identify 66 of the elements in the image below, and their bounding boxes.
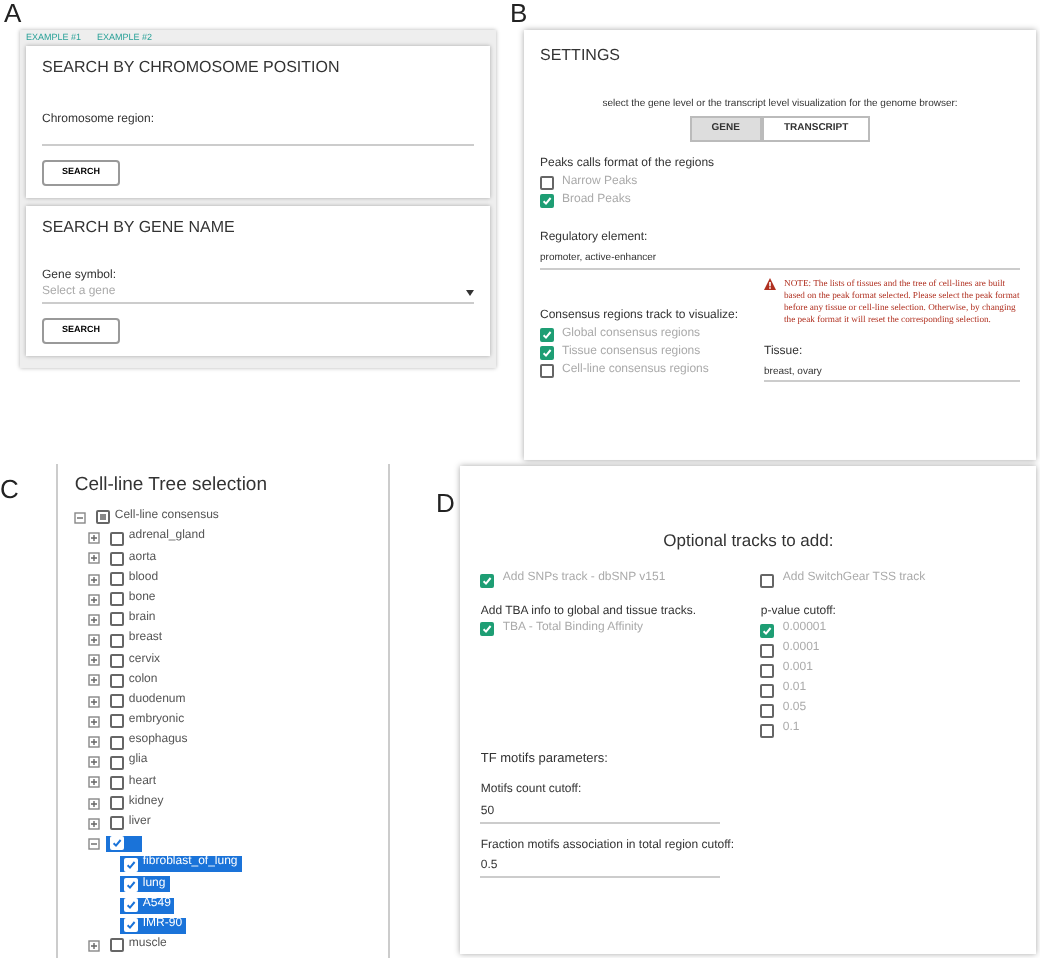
panel-label: B [510, 0, 530, 26]
checkbox[interactable] [110, 775, 125, 790]
checkbox[interactable] [760, 623, 775, 638]
tree-toggle-icon[interactable] [88, 797, 101, 810]
checkbox[interactable] [540, 175, 554, 190]
checkbox[interactable] [540, 345, 554, 360]
checkbox[interactable] [96, 510, 111, 525]
checkbox[interactable] [110, 836, 125, 851]
tree-toggle-icon[interactable] [88, 817, 101, 830]
checkbox[interactable] [760, 663, 775, 678]
card-title: SEARCH BY CHROMOSOME POSITION [42, 57, 342, 78]
checkbox[interactable] [110, 572, 125, 587]
checkbox[interactable] [110, 653, 125, 668]
checkbox[interactable] [110, 673, 125, 688]
tree-toggle-icon[interactable] [88, 654, 101, 667]
panel-label: C [0, 476, 19, 508]
checkbox[interactable] [124, 918, 139, 933]
checkbox[interactable] [760, 683, 775, 698]
checkbox[interactable] [540, 193, 554, 208]
panel-title: Optional tracks to add: [661, 530, 836, 552]
tree-toggle-icon[interactable] [88, 715, 101, 728]
checkbox[interactable] [110, 816, 125, 831]
checkbox[interactable] [110, 714, 125, 729]
checkbox[interactable] [480, 622, 495, 637]
checkbox[interactable] [110, 938, 125, 953]
checkbox[interactable] [480, 573, 495, 588]
tree-node[interactable] [106, 835, 143, 852]
checkbox[interactable] [760, 703, 775, 718]
checkbox[interactable] [110, 796, 125, 811]
warning-icon [764, 278, 776, 291]
tree-toggle-icon[interactable] [88, 593, 101, 606]
checkbox[interactable] [124, 898, 139, 913]
checkbox[interactable] [760, 723, 775, 738]
tree-toggle-icon[interactable] [88, 756, 101, 769]
tree-toggle-icon[interactable] [88, 939, 101, 952]
tree-toggle-icon[interactable] [88, 552, 101, 565]
checkbox[interactable] [110, 755, 125, 770]
checkbox[interactable] [110, 735, 125, 750]
tree-toggle-icon[interactable] [88, 674, 101, 687]
panel-title: SETTINGS [540, 46, 623, 66]
checkbox[interactable] [110, 612, 125, 627]
tree-toggle-icon[interactable] [74, 511, 87, 524]
tree-toggle-icon[interactable] [88, 837, 101, 850]
panel-label: A [2, 0, 24, 26]
tree-toggle-icon[interactable] [88, 573, 101, 586]
card-title: SEARCH BY GENE NAME [42, 217, 237, 238]
checkbox[interactable] [110, 551, 125, 566]
checkbox[interactable] [110, 633, 125, 648]
checkbox[interactable] [124, 877, 139, 892]
checkbox[interactable] [540, 327, 554, 342]
checkbox[interactable] [760, 573, 775, 588]
tree-toggle-icon[interactable] [88, 532, 101, 545]
checkbox[interactable] [760, 643, 775, 658]
tree-toggle-icon[interactable] [88, 634, 101, 647]
checkbox[interactable] [110, 592, 125, 607]
tree-toggle-icon[interactable] [88, 736, 101, 749]
tree-toggle-icon[interactable] [88, 613, 101, 626]
panel-title: Cell-line Tree selection [74, 474, 269, 498]
checkbox[interactable] [124, 857, 139, 872]
panel-label: D [436, 490, 455, 522]
tree-toggle-icon[interactable] [88, 776, 101, 789]
checkbox[interactable] [110, 694, 125, 709]
checkbox[interactable] [110, 531, 125, 546]
checkbox[interactable] [540, 363, 554, 378]
caret-icon [466, 290, 474, 297]
tree-toggle-icon[interactable] [88, 695, 101, 708]
